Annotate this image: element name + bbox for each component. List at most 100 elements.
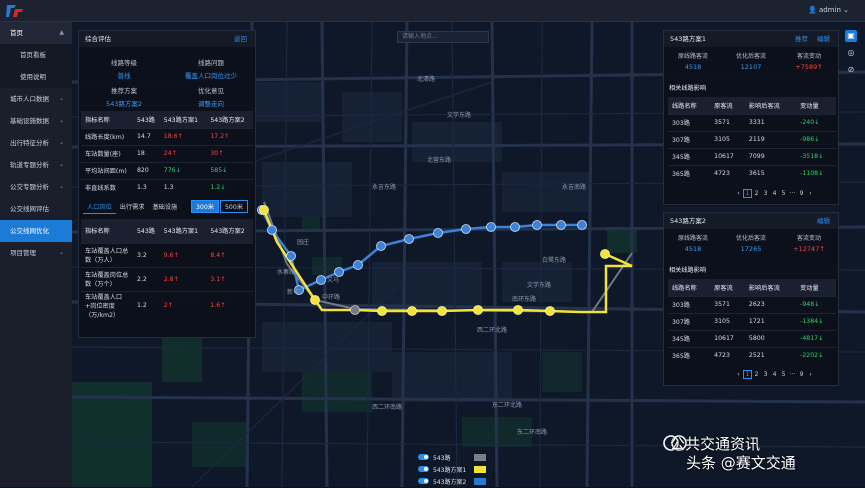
table-cell: 10617 [710, 329, 745, 347]
book-icon[interactable]: ▣ [845, 30, 857, 42]
route1-stop[interactable] [473, 305, 483, 315]
radius-500-button[interactable]: 500米 [220, 200, 248, 213]
page-button[interactable]: › [806, 371, 815, 378]
route2-stop[interactable] [510, 222, 520, 232]
map-label: 义马 [327, 277, 340, 284]
route2-stop[interactable] [353, 260, 363, 270]
layers-icon[interactable]: ◎ [845, 47, 857, 59]
route2-stop[interactable] [376, 241, 386, 251]
table-cell: 2.8↑ [159, 266, 207, 291]
route1-stop[interactable] [259, 205, 269, 215]
sidebar-item-3[interactable]: 城市人口数据 ⌄ [0, 88, 72, 110]
page-button[interactable]: 2 [752, 190, 761, 197]
table-header-row: 线路名称 原客流 影响后客流 变动量 [668, 97, 836, 114]
page-button[interactable]: ··· [788, 190, 797, 197]
sidebar-item-4[interactable]: 基础设施数据 ⌄ [0, 110, 72, 132]
route2-stop[interactable] [556, 220, 566, 230]
route2-stop[interactable] [286, 251, 296, 261]
flow-stat-label: 原线路客流 [677, 53, 708, 60]
table-row[interactable]: 车站覆盖人口+岗位密度（万/km2） 1.2 2↑ 1.6↑ [81, 290, 253, 319]
table-row[interactable]: 非直线系数 1.3 1.3 1.2↓ [81, 178, 253, 196]
table-row[interactable]: 303路 3571 2623 -948↓ [668, 295, 836, 313]
radius-300-button[interactable]: 300米 [191, 200, 219, 213]
recommend-button[interactable]: 推荐 [795, 31, 808, 47]
table-row[interactable]: 平均站间距(m) 820 776↓ 585↓ [81, 161, 253, 179]
table-row[interactable]: 307路 3105 2119 -986↓ [668, 130, 836, 148]
sidebar-item-2[interactable]: 使用说明 [0, 66, 72, 88]
sidebar-item-0[interactable]: 首页 ▲ [0, 22, 72, 44]
table-row[interactable]: 345路 10617 5800 -4817↓ [668, 329, 836, 347]
route2-stop[interactable] [316, 275, 326, 285]
legend-swatch [474, 478, 486, 485]
map-search-input[interactable]: 请输入地点... [397, 31, 489, 43]
tab-1[interactable]: 出行需求 [116, 202, 149, 214]
sidebar-item-10[interactable]: 项目管理 ⌄ [0, 242, 72, 264]
route2-stop[interactable] [267, 225, 277, 235]
page-button[interactable]: ‹ [734, 371, 743, 378]
route1-stop[interactable] [600, 249, 610, 259]
route2-stop[interactable] [433, 228, 443, 238]
route2-stop[interactable] [486, 222, 496, 232]
route2-stop[interactable] [461, 224, 471, 234]
user-name: admin [818, 6, 841, 14]
page-button[interactable]: 3 [761, 371, 770, 378]
sidebar-item-9[interactable]: 公交线网优化 [0, 220, 72, 242]
sidebar-item-1[interactable]: 首页看板 [0, 44, 72, 66]
table-row[interactable]: 345路 10617 7099 -3518↓ [668, 147, 836, 165]
table-row[interactable]: 车站覆盖人口总数（万人） 3.2 9.6↑ 8.4↑ [81, 242, 253, 267]
route1-stop[interactable] [310, 295, 320, 305]
page-button[interactable]: 9 [797, 371, 806, 378]
sidebar-item-7[interactable]: 公交专题分析 ⌄ [0, 176, 72, 198]
flow-stat-label: 客流变动 [796, 53, 821, 60]
table-row[interactable]: 车站数量(座) 18 24↑ 30↑ [81, 144, 253, 162]
page-button[interactable]: ‹ [734, 190, 743, 197]
table-row[interactable]: 365路 4723 2521 -2202↓ [668, 346, 836, 364]
page-button[interactable]: 4 [770, 371, 779, 378]
table-row[interactable]: 车站覆盖岗位总数（万个） 2.2 2.8↑ 3.1↑ [81, 266, 253, 291]
route1-stop[interactable] [513, 305, 523, 315]
page-button[interactable]: 1 [743, 370, 752, 379]
route1-stop[interactable] [545, 306, 555, 316]
plan1-edit-button[interactable]: 编辑 [817, 31, 830, 47]
sidebar-item-5[interactable]: 出行特征分析 ⌄ [0, 132, 72, 154]
page-button[interactable]: 2 [752, 371, 761, 378]
sidebar-item-8[interactable]: 公交线网评估 [0, 198, 72, 220]
table-row[interactable]: 线路长度(km) 14.7 18.6↑ 17.2↑ [81, 127, 253, 145]
table-cell: 2521 [744, 346, 797, 364]
page-button[interactable]: ··· [788, 371, 797, 378]
forbidden-icon[interactable]: ⊘ [845, 64, 857, 76]
legend-toggle[interactable] [418, 466, 429, 472]
table-cell: 820 [133, 161, 160, 179]
page-button[interactable]: 4 [770, 190, 779, 197]
route1-stop[interactable] [377, 306, 387, 316]
plan1-title-text: 543路方案1 [670, 35, 707, 43]
table-cell: 17.2↑ [206, 127, 253, 145]
table-cell: 1.6↑ [206, 290, 253, 319]
table-header-cell: 影响后客流 [744, 97, 797, 114]
table-row[interactable]: 365路 4723 3615 -1108↓ [668, 164, 836, 182]
route2-stop[interactable] [404, 234, 414, 244]
page-button[interactable]: 5 [779, 190, 788, 197]
sidebar-item-label: 首页看板 [20, 51, 46, 59]
page-button[interactable]: 5 [779, 371, 788, 378]
table-row[interactable]: 303路 3571 3331 -240↓ [668, 113, 836, 131]
route1-stop[interactable] [437, 306, 447, 316]
recommended-plan-value[interactable]: 543路方案2 [84, 98, 164, 108]
tab-2[interactable]: 基础设施 [149, 202, 182, 214]
table-row[interactable]: 307路 3105 1721 -1384↓ [668, 312, 836, 330]
page-button[interactable]: 1 [743, 189, 752, 198]
route2-stop[interactable] [532, 220, 542, 230]
map-label: 永吉东路 [372, 184, 397, 191]
tab-0[interactable]: 人口岗位 [83, 202, 116, 214]
page-button[interactable]: 9 [797, 190, 806, 197]
page-button[interactable]: › [806, 190, 815, 197]
route2-stop[interactable] [577, 220, 587, 230]
return-button[interactable]: 返回 [234, 31, 247, 47]
plan2-edit-button[interactable]: 编辑 [817, 213, 830, 229]
legend-toggle[interactable] [418, 454, 429, 460]
legend-toggle[interactable] [418, 478, 429, 484]
page-button[interactable]: 3 [761, 190, 770, 197]
user-menu[interactable]: 👤 admin ⌄ [808, 6, 849, 14]
route1-stop[interactable] [407, 306, 417, 316]
sidebar-item-6[interactable]: 轨道专题分析 ⌄ [0, 154, 72, 176]
